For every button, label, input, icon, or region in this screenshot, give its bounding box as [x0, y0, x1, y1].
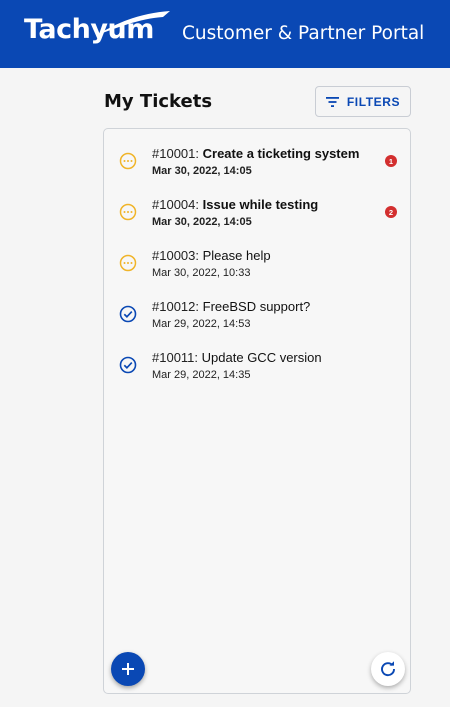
- pending-icon: [119, 203, 137, 221]
- ticket-id: #10011:: [152, 350, 199, 365]
- ticket-row[interactable]: #10003: Please help Mar 30, 2022, 10:33: [104, 237, 410, 281]
- tickets-panel: #10001: Create a ticketing system Mar 30,…: [103, 128, 411, 694]
- filter-icon: [325, 96, 339, 107]
- pending-icon: [119, 254, 137, 272]
- filters-label: FILTERS: [346, 94, 401, 109]
- unread-count-badge: 1: [385, 155, 397, 167]
- ticket-id: #10003:: [152, 248, 199, 263]
- ticket-id: #10012:: [152, 299, 199, 314]
- filters-button[interactable]: FILTERS: [315, 86, 411, 117]
- ticket-heading: #10001: Create a ticketing system: [152, 146, 359, 161]
- ticket-heading: #10003: Please help: [152, 248, 271, 263]
- ticket-title: Create a ticketing system: [202, 146, 360, 161]
- app-header: Tachyum Customer & Partner Portal: [0, 0, 450, 68]
- check-circle-icon: [119, 356, 137, 374]
- check-circle-icon: [119, 305, 137, 323]
- ticket-title: FreeBSD support?: [202, 299, 311, 314]
- ticket-id: #10001:: [152, 146, 199, 161]
- ticket-date: Mar 29, 2022, 14:35: [152, 369, 251, 381]
- ticket-row[interactable]: #10001: Create a ticketing system Mar 30,…: [104, 135, 410, 179]
- add-ticket-button[interactable]: [111, 652, 145, 686]
- ticket-row[interactable]: #10004: Issue while testing Mar 30, 2022,…: [104, 186, 410, 230]
- refresh-icon: [381, 661, 395, 677]
- ticket-heading: #10011: Update GCC version: [152, 350, 322, 365]
- add-icon: [122, 663, 134, 675]
- ticket-title: Issue while testing: [202, 197, 319, 212]
- unread-count-badge: 2: [385, 206, 397, 218]
- ticket-date: Mar 30, 2022, 14:05: [152, 216, 252, 228]
- ticket-date: Mar 30, 2022, 14:05: [152, 165, 252, 177]
- ticket-heading: #10004: Issue while testing: [152, 197, 318, 212]
- refresh-button[interactable]: [371, 652, 405, 686]
- ticket-title: Update GCC version: [201, 350, 322, 365]
- ticket-id: #10004:: [152, 197, 199, 212]
- ticket-title: Please help: [202, 248, 271, 263]
- portal-title: Customer & Partner Portal: [182, 23, 425, 44]
- ticket-row[interactable]: #10012: FreeBSD support? Mar 29, 2022, 14…: [104, 288, 410, 332]
- ticket-date: Mar 30, 2022, 10:33: [152, 267, 251, 279]
- logo-swoosh-icon: [97, 11, 170, 35]
- ticket-heading: #10012: FreeBSD support?: [152, 299, 310, 314]
- ticket-row[interactable]: #10011: Update GCC version Mar 29, 2022, …: [104, 339, 410, 383]
- page-title: My Tickets: [104, 91, 213, 112]
- ticket-date: Mar 29, 2022, 14:53: [152, 318, 251, 330]
- pending-icon: [119, 152, 137, 170]
